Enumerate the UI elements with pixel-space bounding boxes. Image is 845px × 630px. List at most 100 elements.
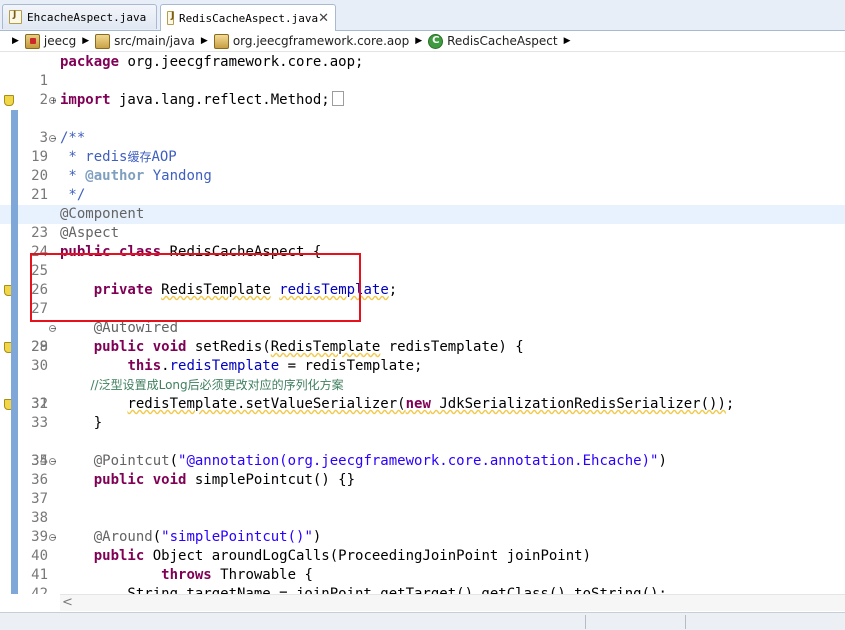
code-text: package org.jeecgframework.core.aop; — [60, 54, 364, 70]
code-text: @Component — [60, 206, 145, 222]
chevron-right-icon[interactable]: ▶ — [415, 36, 422, 46]
quick-diff-marker — [11, 471, 18, 490]
code-line: 33 //泛型设置成Long后必须更改对应的序列化方案 — [0, 376, 845, 431]
code-text: public void simplePointcut() {} — [93, 472, 356, 488]
breadcrumb: ▶ jeecg ▶ src/main/java ▶ org.jeecgframe… — [0, 31, 845, 52]
code-line: 41 − @Around("simplePointcut()") — [0, 528, 845, 583]
quick-diff-marker — [11, 414, 18, 433]
code-text: } — [60, 415, 103, 431]
tab-label: EhcacheAspect.java — [27, 10, 147, 24]
expand-fold-icon[interactable]: + — [49, 97, 57, 105]
code-line: 43 throws Throwable { — [0, 566, 845, 585]
collapse-fold-icon[interactable]: − — [49, 534, 57, 542]
code-line: 40 — [0, 509, 845, 564]
code-text: redisTemplate.setValueSerializer(new Jdk… — [127, 396, 735, 412]
breadcrumb-label: RedisCacheAspect — [447, 34, 558, 48]
quick-diff-marker — [11, 585, 18, 594]
breadcrumb-label: org.jeecgframework.core.aop — [232, 34, 410, 48]
close-icon[interactable]: ✕ — [318, 11, 329, 26]
code-text: * redis缓存AOP — [60, 149, 177, 165]
code-line: 44 String targetName = joinPoint.getTarg… — [0, 585, 845, 594]
code-line: 20 − /** — [0, 129, 845, 184]
quick-diff-marker — [11, 433, 18, 452]
chevron-right-icon[interactable]: ▶ — [82, 36, 89, 46]
quick-diff-marker — [11, 452, 18, 471]
breadcrumb-item-package[interactable]: org.jeecgframework.core.aop — [213, 33, 410, 49]
quick-diff-marker — [11, 243, 18, 262]
quick-diff-marker — [11, 262, 18, 281]
code-text: public void setRedis(RedisTemplate redis… — [93, 339, 524, 355]
code-text: String targetName = joinPoint.getTarget(… — [60, 586, 667, 594]
code-text: throws Throwable { — [161, 567, 313, 583]
code-text: @Around("simplePointcut()") — [93, 529, 322, 545]
java-file-icon — [9, 10, 22, 24]
collapsed-imports-icon[interactable] — [331, 91, 344, 106]
code-line: 32 this.redisTemplate = redisTemplate; — [0, 357, 845, 412]
tab-ehcache-aspect[interactable]: EhcacheAspect.java — [2, 4, 157, 29]
breadcrumb-item-class[interactable]: RedisCacheAspect — [428, 33, 558, 49]
code-line: 3 + import java.lang.reflect.Method; — [0, 91, 845, 146]
quick-diff-marker — [11, 395, 18, 414]
project-icon — [24, 33, 40, 49]
package-icon — [213, 33, 229, 49]
code-line: 25 @Aspect — [0, 224, 845, 279]
breadcrumb-label: jeecg — [43, 34, 77, 48]
quick-diff-marker — [11, 110, 18, 129]
quick-diff-marker — [11, 376, 18, 395]
class-icon — [428, 33, 444, 49]
warning-icon[interactable] — [3, 91, 16, 110]
scroll-left-icon[interactable]: < — [62, 595, 73, 610]
code-line: 19 — [0, 110, 845, 165]
collapse-fold-icon[interactable]: − — [49, 135, 57, 143]
code-line: 23 */ — [0, 186, 845, 241]
quick-diff-marker — [11, 357, 18, 376]
tab-label: RedisCacheAspect.java — [179, 11, 319, 25]
quick-diff-marker — [11, 566, 18, 585]
quick-diff-marker — [11, 205, 18, 224]
quick-diff-marker — [11, 490, 18, 509]
quick-diff-marker — [11, 547, 18, 566]
highlight-annotation-box — [30, 253, 361, 322]
status-separator — [685, 615, 686, 629]
quick-diff-marker — [11, 300, 18, 319]
quick-diff-marker — [11, 148, 18, 167]
quick-diff-marker — [11, 167, 18, 186]
horizontal-scrollbar[interactable]: < — [60, 594, 845, 611]
code-line: 21 * redis缓存AOP — [0, 148, 845, 203]
quick-diff-marker — [11, 528, 18, 547]
status-bar — [0, 612, 845, 630]
quick-diff-marker — [11, 129, 18, 148]
code-line: 35 } — [0, 414, 845, 469]
code-text: this.redisTemplate = redisTemplate; — [127, 358, 423, 374]
code-text: public Object aroundLogCalls(ProceedingJ… — [93, 548, 592, 564]
status-separator — [585, 615, 586, 629]
tab-redis-cache-aspect[interactable]: RedisCacheAspect.java ✕ — [160, 4, 336, 31]
java-file-icon — [167, 11, 174, 25]
quick-diff-marker — [11, 509, 18, 528]
editor-tab-bar: EhcacheAspect.java RedisCacheAspect.java… — [0, 0, 845, 31]
code-text: @Aspect — [60, 225, 120, 241]
chevron-right-icon[interactable]: ▶ — [564, 36, 571, 46]
code-text: //泛型设置成Long后必须更改对应的序列化方案 — [60, 378, 344, 392]
code-text: * @author Yandong — [60, 168, 212, 184]
code-text: @Pointcut("@annotation(org.jeecgframewor… — [93, 453, 667, 469]
code-editor[interactable]: 1 package org.jeecgframework.core.aop; 2… — [0, 52, 845, 594]
code-line: 22 * @author Yandong — [0, 167, 845, 222]
breadcrumb-label: src/main/java — [114, 34, 195, 48]
chevron-right-icon[interactable]: ▶ — [201, 36, 208, 46]
quick-diff-marker — [11, 224, 18, 243]
code-text: /** — [60, 130, 86, 146]
quick-diff-marker — [11, 338, 18, 357]
chevron-right-icon[interactable]: ▶ — [12, 36, 19, 46]
code-line: 31 public void setRedis(RedisTemplate re… — [0, 338, 845, 412]
breadcrumb-item-source-folder[interactable]: src/main/java — [95, 33, 195, 49]
collapse-fold-icon[interactable]: − — [49, 325, 57, 333]
code-text: import java.lang.reflect.Method; — [60, 91, 344, 110]
code-text: */ — [60, 187, 86, 203]
quick-diff-marker — [11, 186, 18, 205]
code-line: 38 public void simplePointcut() {} — [0, 471, 845, 526]
breadcrumb-item-project[interactable]: jeecg — [24, 33, 77, 49]
quick-diff-marker — [11, 319, 18, 338]
collapse-fold-icon[interactable]: − — [49, 458, 57, 466]
code-line: 2 — [0, 72, 845, 108]
